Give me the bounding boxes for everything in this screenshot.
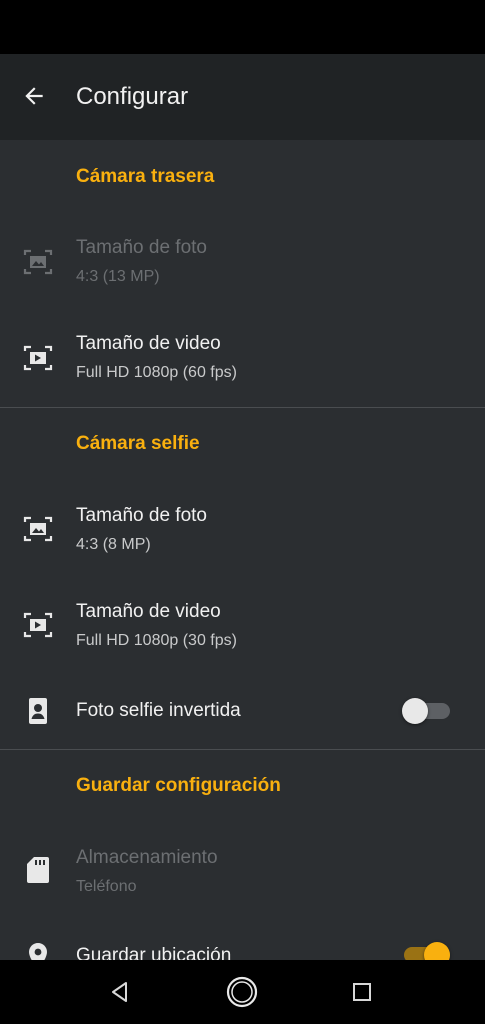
setting-value: Teléfono <box>76 878 137 895</box>
setting-label: Tamaño de foto <box>76 505 207 526</box>
status-bar <box>0 0 485 54</box>
arrow-back-icon <box>25 87 43 105</box>
navigation-bar <box>0 960 485 1024</box>
setting-value: Full HD 1080p (60 fps) <box>76 364 237 381</box>
settings-list[interactable]: Cámara trasera Tamaño de foto 4:3 (13 MP… <box>0 140 485 960</box>
sd-card-icon <box>22 854 54 886</box>
back-button[interactable] <box>14 76 54 116</box>
section-header-rear-camera: Cámara trasera <box>76 166 215 187</box>
setting-save-location[interactable]: Guardar ubicación <box>0 930 485 960</box>
nav-recents-icon <box>353 983 371 1001</box>
photo-size-icon <box>22 246 54 278</box>
location-toggle[interactable] <box>402 942 450 960</box>
toggle-thumb <box>424 942 450 960</box>
video-size-icon <box>22 609 54 641</box>
setting-label: Guardar ubicación <box>76 945 232 960</box>
divider <box>0 407 485 408</box>
section-header-save-settings: Guardar configuración <box>76 775 281 796</box>
nav-back-icon <box>112 982 127 1002</box>
setting-label: Almacenamiento <box>76 847 218 868</box>
setting-selfie-video-size[interactable]: Tamaño de video Full HD 1080p (30 fps) <box>0 586 485 664</box>
app-bar: Configurar <box>0 54 485 140</box>
nav-back-button[interactable] <box>100 972 140 1012</box>
setting-label: Foto selfie invertida <box>76 700 241 721</box>
mirror-toggle[interactable] <box>402 698 450 724</box>
nav-home-icon <box>226 976 258 1008</box>
setting-label: Tamaño de video <box>76 333 221 354</box>
nav-recents-button[interactable] <box>342 972 382 1012</box>
toggle-thumb <box>402 698 428 724</box>
photo-size-icon <box>22 513 54 545</box>
setting-rear-photo-size[interactable]: Tamaño de foto 4:3 (13 MP) <box>0 224 485 302</box>
setting-value: Full HD 1080p (30 fps) <box>76 632 237 649</box>
portrait-icon <box>22 695 54 727</box>
location-pin-icon <box>22 940 54 960</box>
video-size-icon <box>22 342 54 374</box>
setting-label: Tamaño de video <box>76 601 221 622</box>
section-header-selfie-camera: Cámara selfie <box>76 433 200 454</box>
divider <box>0 749 485 750</box>
setting-value: 4:3 (8 MP) <box>76 536 151 553</box>
setting-value: 4:3 (13 MP) <box>76 268 160 285</box>
setting-selfie-photo-size[interactable]: Tamaño de foto 4:3 (8 MP) <box>0 490 485 568</box>
setting-rear-video-size[interactable]: Tamaño de video Full HD 1080p (60 fps) <box>0 320 485 398</box>
nav-home-button[interactable] <box>222 972 262 1012</box>
setting-storage[interactable]: Almacenamiento Teléfono <box>0 834 485 912</box>
setting-selfie-mirror[interactable]: Foto selfie invertida <box>0 680 485 742</box>
page-title: Configurar <box>76 83 189 110</box>
setting-label: Tamaño de foto <box>76 237 207 258</box>
